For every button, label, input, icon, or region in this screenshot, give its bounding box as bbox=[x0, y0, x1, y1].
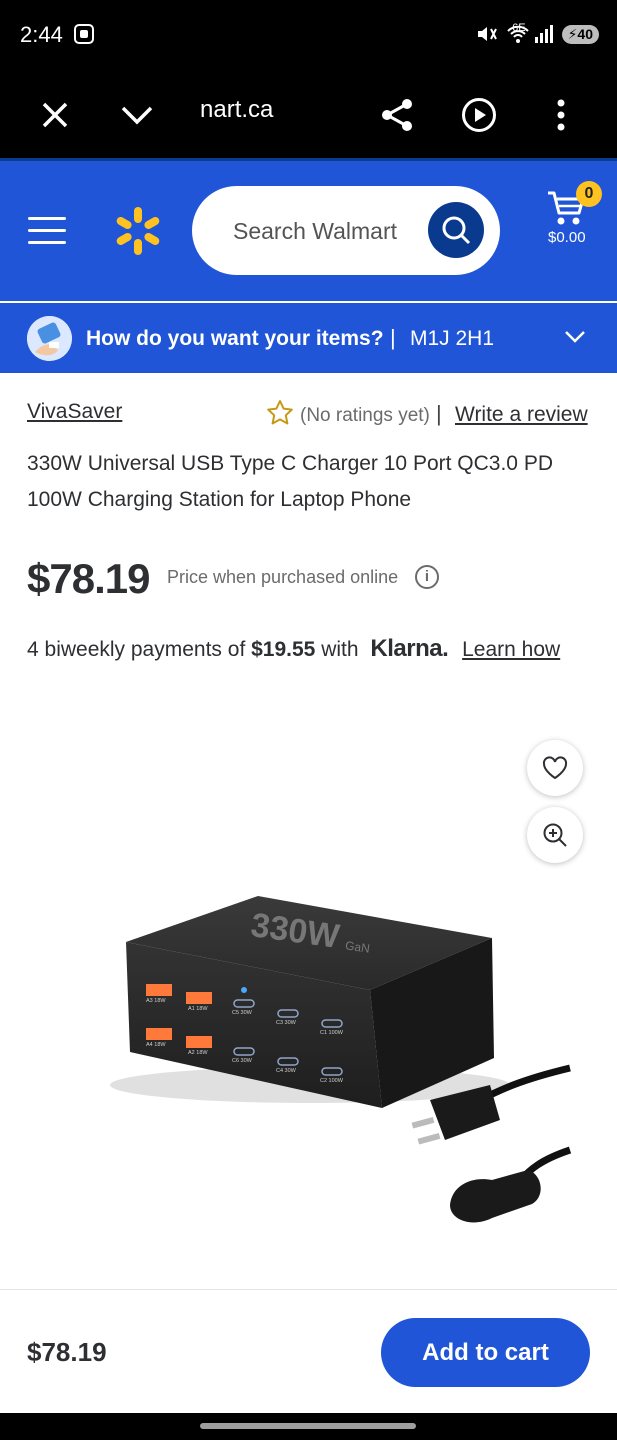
play-circle-icon bbox=[462, 98, 496, 132]
share-button[interactable] bbox=[374, 92, 420, 138]
rating-separator: | bbox=[436, 401, 442, 426]
battery-level: 40 bbox=[577, 25, 593, 42]
browser-toolbar: nart.ca bbox=[0, 70, 617, 160]
walmart-spark-logo[interactable] bbox=[112, 205, 164, 257]
screenshot-indicator-icon bbox=[74, 24, 94, 44]
add-to-cart-button[interactable]: Add to cart bbox=[381, 1318, 590, 1387]
more-vertical-icon bbox=[557, 99, 565, 131]
port-label: C1 100W bbox=[320, 1030, 344, 1036]
chevron-down-icon bbox=[565, 331, 585, 343]
usb-a-port bbox=[186, 1036, 212, 1048]
hamburger-line bbox=[28, 229, 66, 232]
product-title: 330W Universal USB Type C Charger 10 Por… bbox=[27, 452, 553, 511]
status-bar: 2:44 6E ⚡40 bbox=[0, 0, 617, 70]
port-label: C6 30W bbox=[232, 1058, 253, 1064]
plug-prong bbox=[417, 1132, 441, 1145]
minimize-button[interactable] bbox=[114, 92, 160, 138]
klarna-financing: 4 biweekly payments of $19.55 with Klarn… bbox=[27, 635, 560, 663]
footer-divider bbox=[0, 1289, 617, 1290]
signal-icon bbox=[534, 25, 553, 43]
heart-outline-icon bbox=[542, 756, 568, 780]
zoom-image-button[interactable] bbox=[527, 807, 583, 863]
close-icon bbox=[42, 102, 68, 128]
more-options-button[interactable] bbox=[538, 92, 584, 138]
star-outline-icon bbox=[267, 400, 293, 425]
chevron-down-icon bbox=[121, 106, 153, 125]
search-icon bbox=[442, 216, 471, 245]
battery-icon: ⚡40 bbox=[561, 24, 599, 44]
port-label: C2 100W bbox=[320, 1078, 344, 1084]
fulfillment-separator: | bbox=[390, 325, 396, 350]
page: 2:44 6E ⚡40 nart.ca Search Walmart 0 $0.… bbox=[0, 0, 617, 1440]
search-placeholder: Search Walmart bbox=[233, 218, 398, 244]
klarna-amount: $19.55 bbox=[251, 638, 316, 661]
product-price: $78.19 bbox=[27, 555, 150, 602]
hamburger-line bbox=[28, 241, 66, 244]
usb-a-port bbox=[186, 992, 212, 1004]
plug-prong bbox=[411, 1116, 435, 1129]
port-label: C3 30W bbox=[276, 1020, 297, 1026]
rating-text: (No ratings yet) bbox=[300, 405, 430, 426]
port-label: A2 18W bbox=[188, 1050, 208, 1056]
fulfillment-prompt: How do you want your items? bbox=[86, 327, 384, 350]
delivery-illustration-icon bbox=[27, 316, 72, 361]
cart-total: $0.00 bbox=[548, 229, 586, 246]
klarna-learn-how-link[interactable]: Learn how bbox=[462, 638, 560, 661]
postal-code: M1J 2H1 bbox=[410, 327, 495, 350]
share-icon bbox=[382, 99, 412, 131]
site-header: Search Walmart 0 $0.00 bbox=[0, 161, 617, 301]
cart-button[interactable]: 0 $0.00 bbox=[540, 181, 606, 263]
zoom-in-icon bbox=[543, 823, 567, 847]
klarna-prefix: 4 biweekly payments of bbox=[27, 638, 246, 661]
product-image[interactable]: 330W GaN A3 18W A1 18W C5 30W C3 30W C1 … bbox=[100, 880, 580, 1250]
status-icons: 6E ⚡40 bbox=[476, 22, 599, 44]
port-label: A3 18W bbox=[146, 998, 166, 1004]
system-navigation-bar bbox=[0, 1413, 617, 1440]
media-play-button[interactable] bbox=[456, 92, 502, 138]
price-note: Price when purchased online bbox=[167, 567, 399, 587]
footer-price: $78.19 bbox=[27, 1337, 107, 1367]
info-icon[interactable]: i bbox=[415, 565, 439, 589]
mute-icon bbox=[478, 27, 498, 41]
klarna-logo: Klarna. bbox=[370, 635, 449, 662]
power-led bbox=[241, 987, 247, 993]
cart-count-badge: 0 bbox=[576, 181, 602, 207]
usb-a-port bbox=[146, 1028, 172, 1040]
port-label: A1 18W bbox=[188, 1006, 208, 1012]
port-label: C4 30W bbox=[276, 1068, 297, 1074]
port-label: A4 18W bbox=[146, 1042, 166, 1048]
add-to-favorites-button[interactable] bbox=[527, 740, 583, 796]
status-time: 2:44 bbox=[20, 22, 63, 47]
fulfillment-selector[interactable]: How do you want your items? | M1J 2H1 bbox=[0, 303, 617, 373]
close-tab-button[interactable] bbox=[32, 92, 78, 138]
home-gesture-handle[interactable] bbox=[200, 1423, 416, 1429]
usb-a-port bbox=[146, 984, 172, 996]
brand-link[interactable]: VivaSaver bbox=[27, 400, 122, 424]
search-input[interactable]: Search Walmart bbox=[192, 186, 500, 275]
url-text[interactable]: nart.ca bbox=[200, 96, 273, 124]
klarna-with: with bbox=[321, 638, 359, 661]
port-label: C5 30W bbox=[232, 1010, 253, 1016]
network-type-label: 6E bbox=[512, 22, 526, 34]
hamburger-line bbox=[28, 217, 66, 220]
search-button[interactable] bbox=[428, 202, 484, 258]
write-review-link[interactable]: Write a review bbox=[455, 403, 588, 427]
figure-8-connector bbox=[450, 1170, 541, 1223]
menu-button[interactable] bbox=[28, 217, 66, 247]
